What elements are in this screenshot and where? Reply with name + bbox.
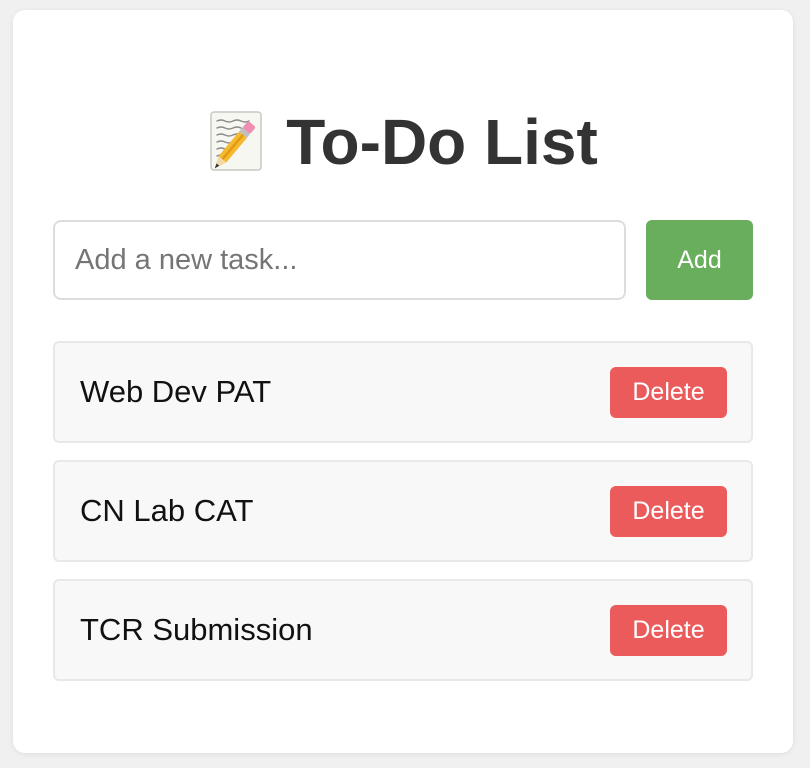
task-item: Web Dev PAT Delete xyxy=(53,341,753,443)
add-task-button[interactable]: Add xyxy=(646,220,753,300)
task-label: CN Lab CAT xyxy=(80,493,254,528)
task-list: Web Dev PAT Delete CN Lab CAT Delete TCR… xyxy=(53,341,753,698)
add-task-row: Add xyxy=(53,219,753,301)
page-title: To-Do List xyxy=(13,102,793,182)
memo-pencil-icon xyxy=(208,110,266,174)
task-item: CN Lab CAT Delete xyxy=(53,460,753,562)
new-task-input[interactable] xyxy=(53,220,626,300)
task-label: Web Dev PAT xyxy=(80,374,272,409)
delete-task-button[interactable]: Delete xyxy=(610,367,727,418)
todo-card: To-Do List Add Web Dev PAT Delete CN Lab… xyxy=(13,10,793,753)
delete-task-button[interactable]: Delete xyxy=(610,605,727,656)
title-text: To-Do List xyxy=(286,106,598,178)
delete-task-button[interactable]: Delete xyxy=(610,486,727,537)
task-label: TCR Submission xyxy=(80,612,313,647)
task-item: TCR Submission Delete xyxy=(53,579,753,681)
